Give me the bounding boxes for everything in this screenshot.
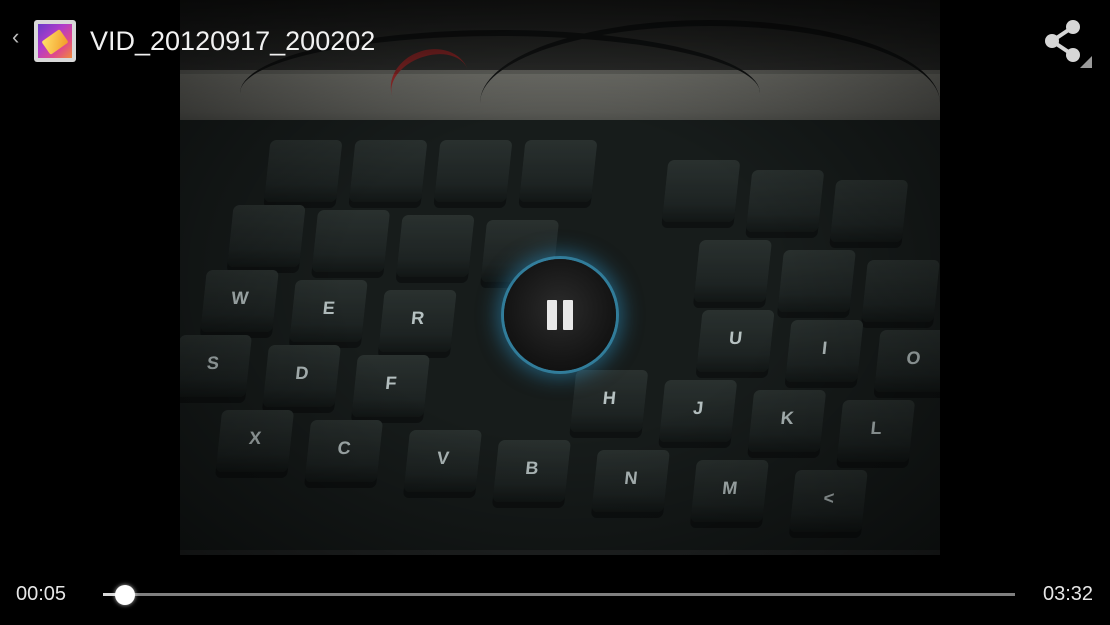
seek-bar[interactable] <box>103 585 1015 605</box>
playback-controls: 00:05 03:32 <box>0 555 1110 625</box>
action-bar: ‹ VID_20120917_200202 <box>0 0 1110 74</box>
gallery-icon-image <box>38 24 72 58</box>
pause-icon <box>563 300 573 330</box>
video-player-screen: W E R U I O S D F H J K L X C V B N M < … <box>0 0 1110 625</box>
gallery-icon[interactable] <box>34 20 76 62</box>
seek-thumb[interactable] <box>115 585 135 605</box>
back-caret-icon[interactable]: ‹ <box>12 26 19 48</box>
total-time: 03:32 <box>1043 583 1094 605</box>
video-title: VID_20120917_200202 <box>90 26 376 56</box>
current-time: 00:05 <box>16 583 67 605</box>
pause-button[interactable] <box>504 259 616 371</box>
share-icon[interactable] <box>1038 16 1096 70</box>
pause-icon <box>547 300 557 330</box>
